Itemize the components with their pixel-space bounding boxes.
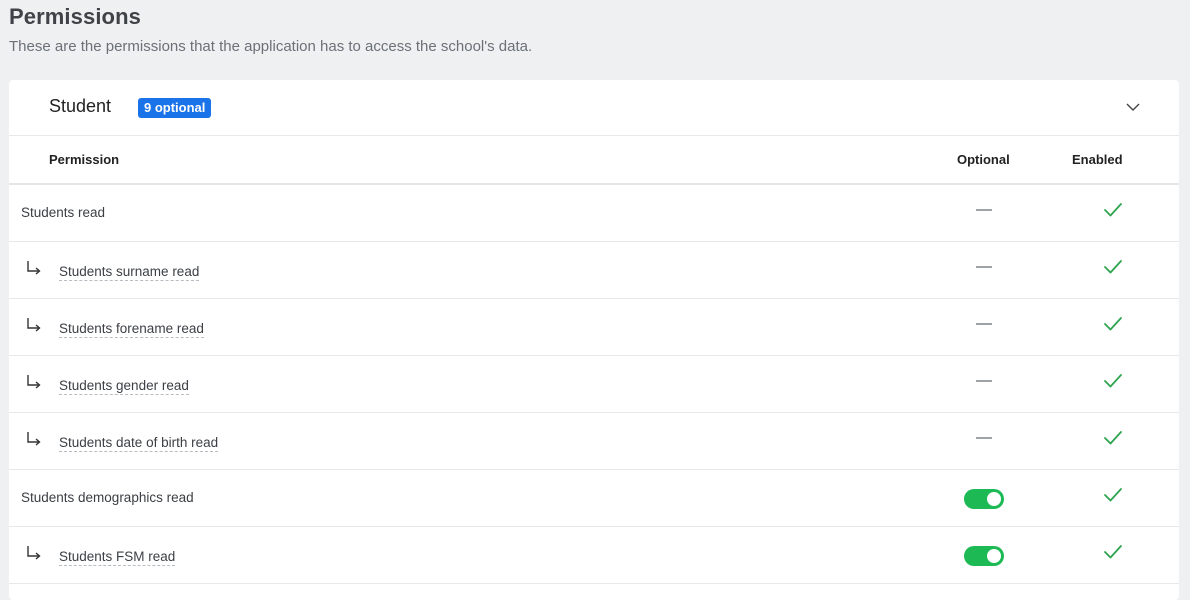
sub-permission-arrow-icon xyxy=(27,432,41,446)
optional-count-badge: 9 optional xyxy=(138,98,212,118)
sub-permission-arrow-icon xyxy=(27,318,41,332)
not-optional-dash-icon xyxy=(976,437,992,439)
optional-toggle[interactable] xyxy=(964,489,1004,509)
permission-label[interactable]: Students surname read xyxy=(59,264,200,281)
permission-label: Students read xyxy=(21,205,106,220)
permissions-card: Student 9 optional Permission Optional E… xyxy=(9,80,1179,600)
enabled-check-icon xyxy=(1104,203,1122,217)
chevron-down-icon[interactable] xyxy=(1124,98,1142,116)
sub-permission-arrow-icon xyxy=(27,546,41,560)
enabled-check-icon xyxy=(1104,260,1122,274)
sub-permission-arrow-icon xyxy=(27,375,41,389)
enabled-check-icon xyxy=(1104,317,1122,331)
not-optional-dash-icon xyxy=(976,266,992,268)
section-header[interactable]: Student 9 optional xyxy=(9,80,1179,136)
permission-label[interactable]: Students forename read xyxy=(59,321,204,338)
not-optional-dash-icon xyxy=(976,209,992,211)
optional-toggle[interactable] xyxy=(964,546,1004,566)
permission-row: Students FSM read xyxy=(9,527,1179,584)
permission-label[interactable]: Students FSM read xyxy=(59,549,176,566)
enabled-check-icon xyxy=(1104,431,1122,445)
permission-row: Students gender read xyxy=(9,356,1179,413)
column-header-enabled: Enabled xyxy=(1072,152,1123,167)
page-subtitle: These are the permissions that the appli… xyxy=(9,38,533,55)
permission-row: Students read xyxy=(9,185,1179,242)
sub-permission-arrow-icon xyxy=(27,261,41,275)
column-header-optional: Optional xyxy=(957,152,1010,167)
permission-label[interactable]: Students date of birth read xyxy=(59,435,219,452)
permission-label[interactable]: Students gender read xyxy=(59,378,189,395)
toggle-knob xyxy=(987,492,1001,506)
not-optional-dash-icon xyxy=(976,380,992,382)
enabled-check-icon xyxy=(1104,374,1122,388)
column-header-permission: Permission xyxy=(49,152,120,167)
permission-row: Students date of birth read xyxy=(9,413,1179,470)
permission-row: Students forename read xyxy=(9,299,1179,356)
enabled-check-icon xyxy=(1104,488,1122,502)
permission-label: Students demographics read xyxy=(21,490,194,505)
permission-row: Students demographics read xyxy=(9,470,1179,527)
not-optional-dash-icon xyxy=(976,323,992,325)
page-title: Permissions xyxy=(9,4,141,29)
table-header: Permission Optional Enabled xyxy=(9,136,1179,185)
permission-row: Students surname read xyxy=(9,242,1179,299)
section-title: Student xyxy=(49,96,112,116)
permission-rows: Students read Students surname read Studen… xyxy=(9,185,1179,584)
enabled-check-icon xyxy=(1104,545,1122,559)
toggle-knob xyxy=(987,549,1001,563)
